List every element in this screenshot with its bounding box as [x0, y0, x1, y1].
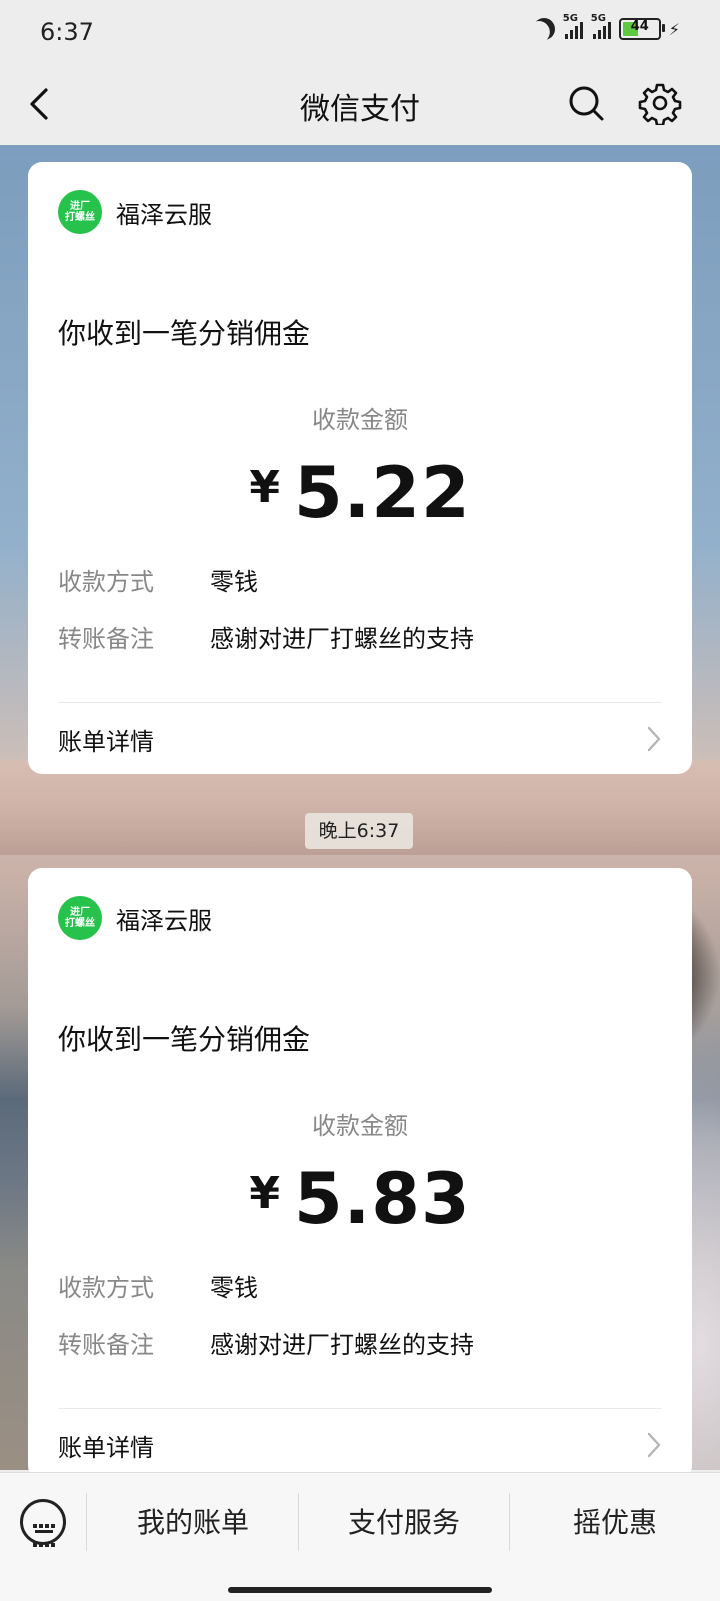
payment-notification-card[interactable]: 进厂 打螺丝 福泽云服 你收到一笔分销佣金 收款金额 ¥5.22 收款方式 零钱 …: [28, 162, 692, 774]
amount-value: 5.83: [293, 1158, 471, 1240]
card-title: 你收到一笔分销佣金: [58, 317, 311, 350]
merchant-header[interactable]: 进厂 打螺丝 福泽云服: [58, 190, 212, 234]
merchant-name: 福泽云服: [116, 200, 212, 229]
charging-icon: ⚡: [668, 19, 680, 39]
divider: [58, 702, 662, 703]
payment-method-key: 收款方式: [58, 568, 154, 596]
transfer-note-key: 转账备注: [58, 1331, 154, 1359]
payment-notification-card[interactable]: 进厂 打螺丝 福泽云服 你收到一笔分销佣金 收款金额 ¥5.83 收款方式 零钱 …: [28, 868, 692, 1480]
logo-text-line2: 打螺丝: [65, 918, 95, 929]
transfer-note-row: 转账备注 感谢对进厂打螺丝的支持: [58, 1325, 474, 1360]
amount: ¥5.83: [28, 1158, 692, 1240]
menu-separator: [86, 1493, 87, 1551]
chevron-right-icon: [647, 726, 661, 752]
amount-label: 收款金额: [312, 406, 408, 434]
currency-symbol: ¥: [249, 462, 280, 513]
payment-method-key: 收款方式: [58, 1274, 154, 1302]
search-icon: [569, 86, 604, 121]
settings-button[interactable]: [638, 81, 682, 127]
merchant-name: 福泽云服: [116, 906, 212, 935]
merchant-logo: 进厂 打螺丝: [58, 190, 102, 234]
payment-method-row: 收款方式 零钱: [58, 1268, 258, 1303]
amount: ¥5.22: [28, 452, 692, 534]
keyboard-toggle-button[interactable]: [20, 1499, 66, 1547]
keyboard-icon: [32, 1514, 56, 1552]
bill-details-link[interactable]: 账单详情: [58, 717, 662, 761]
amount-value: 5.22: [293, 452, 471, 534]
signal-1-label: 5G: [562, 13, 578, 24]
battery-icon: 44: [618, 18, 665, 40]
signal-icon: 5G: [591, 13, 611, 39]
payment-method-value: 零钱: [210, 568, 258, 596]
battery-level: 44: [630, 19, 649, 34]
home-indicator[interactable]: [228, 1587, 492, 1593]
menu-shake-deals[interactable]: 摇优惠: [510, 1473, 720, 1569]
payment-method-row: 收款方式 零钱: [58, 562, 258, 597]
page-title: 微信支付: [300, 92, 420, 127]
card-title: 你收到一笔分销佣金: [58, 1023, 311, 1056]
message-timestamp: 晚上6:37: [305, 813, 413, 849]
payment-method-value: 零钱: [210, 1274, 258, 1302]
bill-details-label: 账单详情: [58, 727, 154, 756]
signal-icon: 5G: [563, 13, 583, 39]
merchant-header[interactable]: 进厂 打螺丝 福泽云服: [58, 896, 212, 940]
divider: [58, 1408, 662, 1409]
keyboard-spacebar: [35, 1530, 53, 1533]
status-icons: 5G 5G 44 ⚡: [533, 13, 680, 40]
transfer-note-value: 感谢对进厂打螺丝的支持: [210, 625, 474, 653]
status-bar: 6:37 5G 5G 44 ⚡: [0, 0, 720, 64]
transfer-note-key: 转账备注: [58, 625, 154, 653]
search-button[interactable]: [564, 81, 608, 125]
transfer-note-value: 感谢对进厂打螺丝的支持: [210, 1331, 474, 1359]
menu-my-bills[interactable]: 我的账单: [88, 1473, 298, 1569]
bottom-menu-bar: 我的账单 支付服务 摇优惠: [0, 1472, 720, 1601]
merchant-logo: 进厂 打螺丝: [58, 896, 102, 940]
bill-details-link[interactable]: 账单详情: [58, 1423, 662, 1467]
header: 微信支付: [0, 64, 720, 144]
logo-text-line2: 打螺丝: [65, 212, 95, 223]
do-not-disturb-icon: [529, 14, 559, 44]
signal-2-label: 5G: [590, 13, 606, 24]
transfer-note-row: 转账备注 感谢对进厂打螺丝的支持: [58, 619, 474, 654]
bill-details-label: 账单详情: [58, 1433, 154, 1462]
status-time: 6:37: [40, 18, 94, 46]
amount-label: 收款金额: [312, 1112, 408, 1140]
logo-text-line1: 进厂: [70, 201, 90, 212]
menu-payment-services[interactable]: 支付服务: [299, 1473, 509, 1569]
logo-text-line1: 进厂: [70, 907, 90, 918]
chevron-right-icon: [647, 1432, 661, 1458]
gear-icon: [638, 83, 682, 127]
currency-symbol: ¥: [249, 1168, 280, 1219]
